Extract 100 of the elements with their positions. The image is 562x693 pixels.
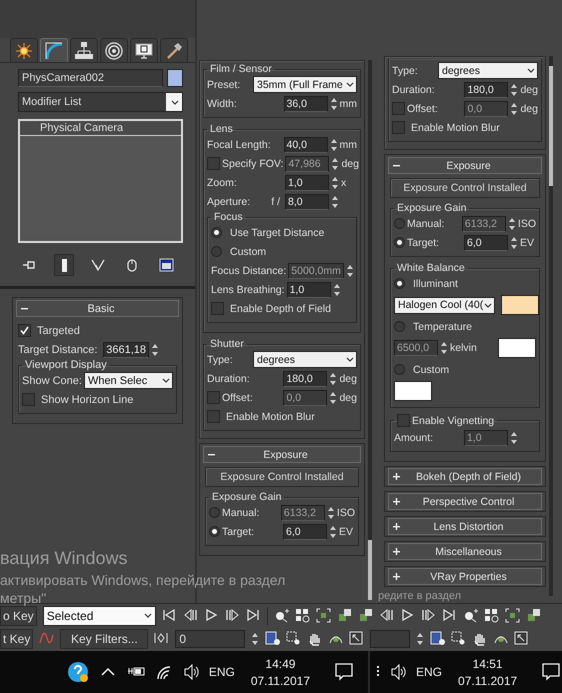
rollout-header[interactable]: Bokeh (Depth of Field)	[388, 468, 542, 485]
color-swatch[interactable]	[498, 338, 536, 358]
panel-tab[interactable]	[160, 38, 188, 62]
frame-icon[interactable]	[504, 608, 520, 623]
next-frame-icon[interactable]	[420, 608, 436, 623]
frame-field[interactable]	[370, 630, 410, 648]
grid-icon[interactable]	[484, 608, 499, 623]
notification-icon[interactable]	[334, 662, 354, 682]
help-icon[interactable]	[66, 661, 89, 683]
speaker-icon[interactable]	[390, 663, 406, 681]
dropdown[interactable]: Halogen Cool (40(	[394, 296, 496, 314]
language-indicator[interactable]: ENG	[208, 665, 235, 679]
key-icon[interactable]	[154, 631, 170, 646]
radio-button[interactable]	[211, 227, 222, 238]
spinner-arrows-icon[interactable]	[416, 632, 424, 646]
number-field[interactable]: 1,0	[286, 282, 331, 298]
number-field[interactable]: 6,0	[283, 524, 327, 540]
panel-tab[interactable]	[130, 38, 158, 62]
modifier-list-dropdown[interactable]: Modifier List	[18, 92, 183, 112]
previous-frame-icon[interactable]	[378, 608, 394, 623]
checkbox[interactable]	[18, 324, 31, 337]
spinner-arrows-icon[interactable]	[510, 102, 518, 116]
time-config-icon[interactable]	[430, 631, 446, 646]
cube-icon[interactable]	[336, 608, 352, 623]
spinner-arrows-icon[interactable]	[331, 156, 340, 170]
spinner-arrows-icon[interactable]	[331, 176, 339, 190]
clock-time[interactable]: 14:49	[265, 656, 296, 670]
object-name-field[interactable]: PhysCamera002	[18, 69, 163, 87]
color-swatch[interactable]	[501, 295, 540, 315]
language-indicator[interactable]: ENG	[416, 665, 442, 679]
checkbox[interactable]	[392, 121, 405, 134]
spinner-arrows-icon[interactable]	[329, 390, 338, 404]
play-icon[interactable]	[204, 608, 219, 623]
number-field[interactable]: 180,0	[283, 370, 328, 386]
notification-icon[interactable]	[541, 662, 562, 682]
spinner-arrows-icon[interactable]	[332, 282, 341, 296]
spinner-arrows-icon[interactable]	[330, 138, 338, 152]
color-swatch[interactable]	[394, 381, 432, 401]
modifier-stack[interactable]: Physical Camera	[18, 119, 183, 243]
checkbox[interactable]	[207, 410, 220, 423]
spinner-arrows-icon[interactable]	[251, 632, 260, 646]
region-select-icon[interactable]	[286, 631, 302, 646]
go-to-start-icon[interactable]	[162, 608, 177, 623]
speaker-icon[interactable]	[182, 663, 199, 681]
radio-button[interactable]	[394, 278, 405, 289]
number-field[interactable]: 180,0	[464, 82, 508, 98]
go-to-end-icon[interactable]	[442, 608, 457, 623]
color-swatch[interactable]	[167, 69, 183, 87]
number-field[interactable]: 36,0	[284, 96, 328, 112]
number-field[interactable]: 40,0	[284, 136, 328, 152]
spinner-arrows-icon[interactable]	[440, 341, 448, 355]
dropdown[interactable]: degrees	[253, 351, 357, 368]
clock-time[interactable]: 14:51	[472, 656, 503, 670]
radio-button[interactable]	[209, 526, 220, 537]
frame-field[interactable]: 0	[175, 630, 246, 648]
spinner-arrows-icon[interactable]	[510, 82, 518, 96]
time-config-icon[interactable]	[265, 631, 280, 646]
cube-icon[interactable]	[526, 608, 541, 623]
spinner-arrows-icon[interactable]	[329, 372, 338, 386]
auto-key-button[interactable]: o Key	[0, 606, 37, 626]
radio-button[interactable]	[394, 321, 405, 332]
exposure-button[interactable]: Exposure Control Installed	[205, 467, 359, 487]
cube-icon[interactable]	[358, 608, 373, 623]
previous-frame-icon[interactable]	[182, 608, 198, 623]
radio-button[interactable]	[394, 364, 405, 375]
checkbox[interactable]	[211, 302, 224, 315]
stack-item[interactable]: Physical Camera	[20, 121, 181, 136]
number-field[interactable]: 3661,18	[103, 342, 149, 358]
set-key-button[interactable]: t Key	[0, 628, 34, 648]
spinner-arrows-icon[interactable]	[331, 194, 339, 208]
clock-date[interactable]: 07.11.2017	[458, 674, 518, 688]
checkbox[interactable]	[22, 393, 35, 406]
clock-date[interactable]: 07.11.2017	[250, 674, 310, 688]
dropdown[interactable]: When Selec	[84, 372, 173, 389]
grid-icon[interactable]	[294, 608, 310, 623]
panel-tab[interactable]	[10, 38, 38, 62]
rollout-header[interactable]: Perspective Control	[388, 493, 542, 510]
dropdown[interactable]: degrees	[438, 62, 538, 79]
zoom-icon[interactable]	[274, 608, 289, 623]
exposure-button[interactable]: Exposure Control Installed	[390, 178, 540, 198]
rollout-header[interactable]: VRay Properties	[388, 568, 542, 585]
maximize-icon[interactable]	[349, 631, 364, 646]
dropdown[interactable]: 35mm (Full Frame	[253, 76, 357, 93]
number-field[interactable]: 6,0	[464, 234, 508, 250]
frame-icon[interactable]	[316, 608, 331, 623]
spinner-arrows-icon[interactable]	[510, 430, 518, 444]
number-field[interactable]: 8,0	[285, 194, 329, 210]
spinner-arrows-icon[interactable]	[151, 342, 159, 356]
region-select-icon[interactable]	[451, 631, 466, 646]
rollout-header[interactable]: Basic	[16, 300, 179, 317]
key-mode-dropdown[interactable]: Selected	[42, 606, 156, 626]
rollout-header[interactable]: Miscellaneous	[388, 543, 542, 560]
panel-tab[interactable]	[100, 38, 128, 62]
spinner-arrows-icon[interactable]	[510, 236, 518, 250]
spinner-arrows-icon[interactable]	[326, 506, 335, 520]
spinner-arrows-icon[interactable]	[508, 216, 516, 230]
spinner-arrows-icon[interactable]	[329, 524, 337, 538]
panel-tab[interactable]	[70, 38, 98, 62]
number-field[interactable]: 1,0	[285, 174, 329, 190]
radio-button[interactable]	[211, 246, 222, 257]
